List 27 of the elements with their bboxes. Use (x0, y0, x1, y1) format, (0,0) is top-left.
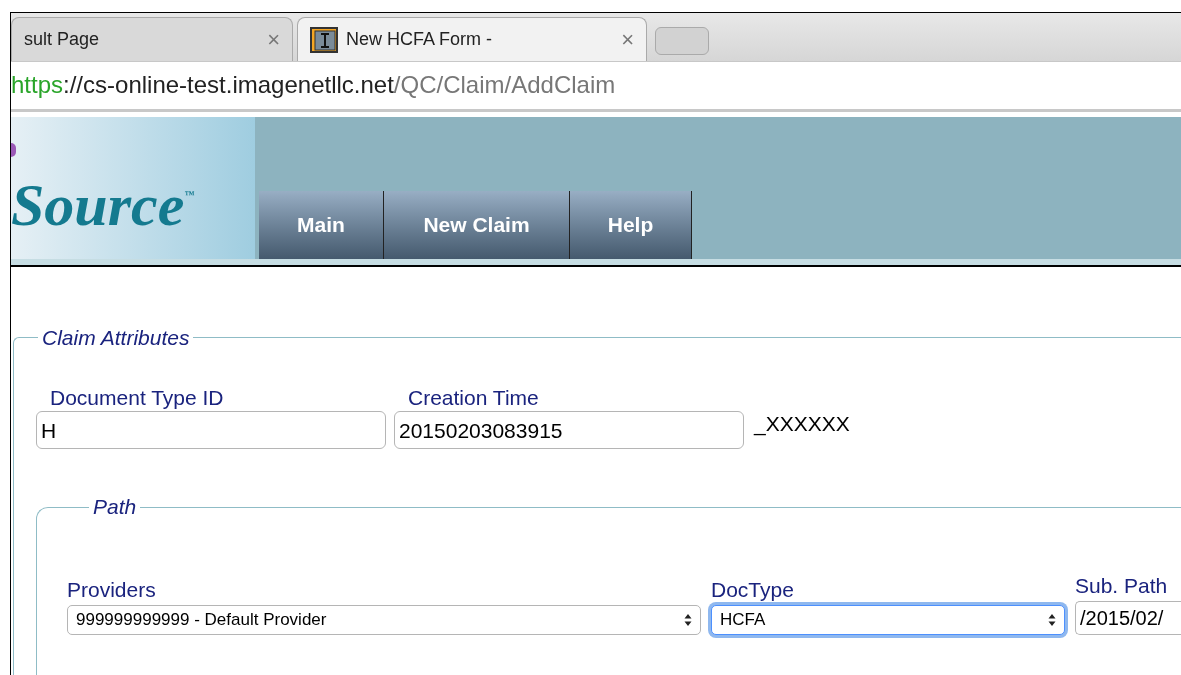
tab-title: sult Page (24, 28, 101, 52)
browser-tab[interactable]: New HCFA Form - × (297, 17, 647, 62)
field-label: Sub. Path (1075, 572, 1169, 599)
field-label: DocType (711, 576, 795, 603)
id-suffix: _XXXXXX (754, 410, 850, 438)
logo-text: Source$^{™}$ (11, 174, 195, 235)
field-label: Creation Time (408, 385, 540, 411)
nav-tab[interactable]: Main (259, 190, 384, 259)
nav-tab[interactable]: Help (570, 190, 692, 259)
dropdown-select[interactable]: HCFA (711, 605, 1065, 635)
section-legend: Claim Attributes (38, 321, 194, 353)
up-down-arrows-icon (684, 613, 692, 627)
field-label: Document Type ID (50, 385, 225, 411)
text-field[interactable]: H (36, 411, 386, 450)
up-down-arrows-icon (1048, 613, 1056, 627)
dropdown-select[interactable]: 999999999999 - Default Provider (67, 605, 701, 635)
text-field[interactable]: 20150203083915 (394, 411, 744, 450)
new-tab-button[interactable] (655, 27, 709, 56)
field-label: Providers (67, 576, 157, 603)
address-bar[interactable]: https://cs-online-test.imagenetllc.net/QC/Claim/AddClaim (11, 67, 616, 104)
document-icon (310, 26, 338, 53)
nav-tab[interactable]: New Claim (384, 190, 570, 259)
tab-title: New HCFA Form - (346, 28, 493, 52)
text-field[interactable]: /2015/02/ (1075, 601, 1181, 635)
browser-tab[interactable]: sult Page × (11, 17, 293, 62)
close-tab-button[interactable]: × (621, 23, 634, 57)
section-legend: Path (89, 491, 141, 523)
